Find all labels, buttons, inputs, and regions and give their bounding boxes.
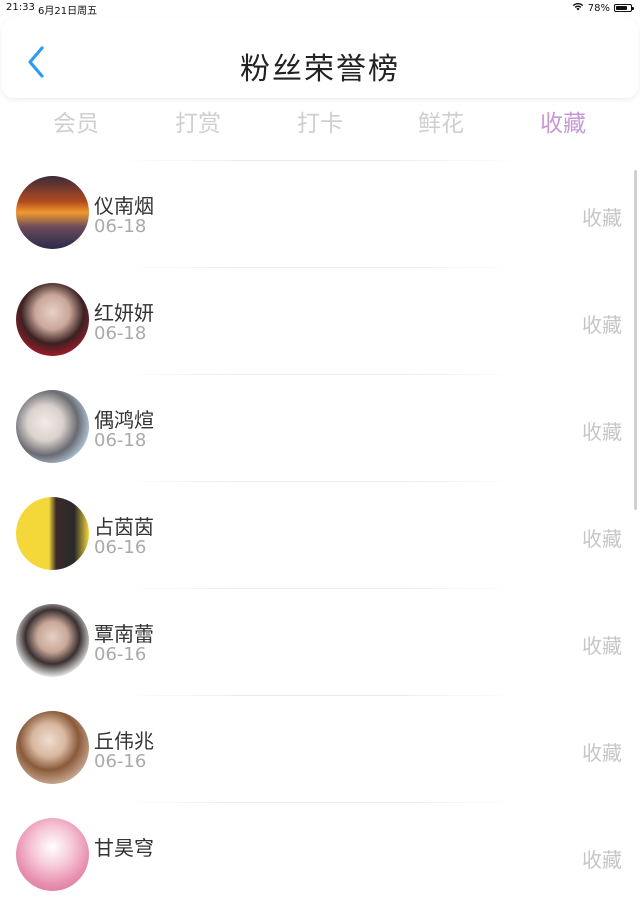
avatar[interactable] bbox=[16, 390, 89, 463]
list-item[interactable]: 覃南蕾 06-16 收藏 bbox=[0, 588, 640, 695]
favorite-label: 收藏 bbox=[582, 420, 622, 444]
tab-checkin[interactable]: 打卡 bbox=[270, 104, 370, 138]
fan-name: 仪南烟 bbox=[94, 194, 154, 218]
avatar[interactable] bbox=[16, 497, 89, 570]
tab-favorites[interactable]: 收藏 bbox=[513, 104, 613, 138]
fan-date: 06-18 bbox=[94, 323, 147, 344]
battery-icon bbox=[614, 4, 634, 12]
tab-reward[interactable]: 打赏 bbox=[148, 104, 248, 138]
list-item[interactable]: 丘伟兆 06-16 收藏 bbox=[0, 695, 640, 802]
fan-name: 偶鸿煊 bbox=[94, 408, 154, 432]
list-item[interactable]: 红妍妍 06-18 收藏 bbox=[0, 267, 640, 374]
avatar[interactable] bbox=[16, 818, 89, 891]
tab-flowers[interactable]: 鲜花 bbox=[391, 104, 491, 138]
navigation-bar: 粉丝荣誉榜 bbox=[2, 18, 638, 98]
battery-fill bbox=[616, 6, 627, 10]
divider bbox=[120, 695, 520, 696]
divider bbox=[120, 160, 520, 161]
page-title: 粉丝荣誉榜 bbox=[240, 52, 400, 87]
fan-date: 06-16 bbox=[94, 537, 147, 558]
fan-name: 覃南蕾 bbox=[94, 622, 154, 646]
divider bbox=[120, 802, 520, 803]
fan-date: 06-16 bbox=[94, 644, 147, 665]
fan-name: 甘昊穹 bbox=[94, 836, 154, 860]
list-item[interactable]: 甘昊穹 收藏 bbox=[0, 802, 640, 909]
avatar[interactable] bbox=[16, 711, 89, 784]
status-date: 6月21日周五 bbox=[38, 6, 98, 17]
divider bbox=[120, 481, 520, 482]
status-time: 21:33 bbox=[6, 2, 35, 13]
favorite-label: 收藏 bbox=[582, 741, 622, 765]
wifi-icon bbox=[572, 2, 584, 14]
list-item[interactable]: 仪南烟 06-18 收藏 bbox=[0, 160, 640, 267]
fan-name: 占茵茵 bbox=[94, 515, 154, 539]
status-right: 78% bbox=[572, 2, 634, 14]
battery-percent: 78% bbox=[587, 2, 610, 14]
favorite-label: 收藏 bbox=[582, 313, 622, 337]
favorite-label: 收藏 bbox=[582, 848, 622, 872]
favorite-label: 收藏 bbox=[582, 206, 622, 230]
fan-name: 红妍妍 bbox=[94, 301, 154, 325]
favorite-label: 收藏 bbox=[582, 527, 622, 551]
fan-date: 06-16 bbox=[94, 751, 147, 772]
list-item[interactable]: 占茵茵 06-16 收藏 bbox=[0, 481, 640, 588]
divider bbox=[120, 374, 520, 375]
fan-list: 仪南烟 06-18 收藏 红妍妍 06-18 收藏 偶鸿煊 06-18 收藏 占… bbox=[0, 160, 640, 909]
scrollbar[interactable] bbox=[634, 170, 637, 510]
tab-member[interactable]: 会员 bbox=[26, 104, 126, 138]
divider bbox=[120, 267, 520, 268]
list-item[interactable]: 偶鸿煊 06-18 收藏 bbox=[0, 374, 640, 481]
tab-bar: 会员 打赏 打卡 鲜花 收藏 bbox=[0, 104, 640, 140]
fan-name: 丘伟兆 bbox=[94, 729, 154, 753]
avatar[interactable] bbox=[16, 283, 89, 356]
divider bbox=[120, 588, 520, 589]
fan-date: 06-18 bbox=[94, 216, 147, 237]
status-bar: 21:33 6月21日周五 78% bbox=[0, 0, 640, 17]
fan-date: 06-18 bbox=[94, 430, 147, 451]
favorite-label: 收藏 bbox=[582, 634, 622, 658]
avatar[interactable] bbox=[16, 604, 89, 677]
avatar[interactable] bbox=[16, 176, 89, 249]
